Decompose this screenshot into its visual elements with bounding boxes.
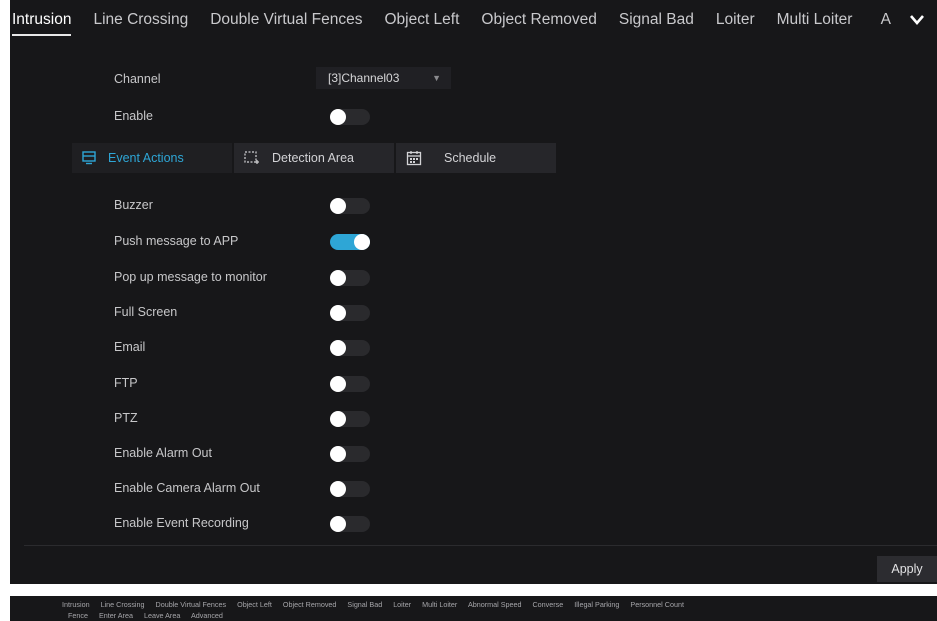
detection-area-icon: [244, 151, 259, 164]
bottom-tab[interactable]: Abnormal Speed: [468, 600, 522, 609]
bottom-tab[interactable]: Personnel Count: [630, 600, 684, 609]
bottom-tabs-row-1: Intrusion Line Crossing Double Virtual F…: [62, 600, 693, 609]
channel-label: Channel: [114, 72, 161, 86]
popup-message-toggle[interactable]: [330, 270, 370, 286]
alarm-out-toggle[interactable]: [330, 446, 370, 462]
tab-double-virtual-fences[interactable]: Double Virtual Fences: [210, 0, 362, 40]
full-screen-toggle[interactable]: [330, 305, 370, 321]
enable-label: Enable: [114, 109, 153, 123]
bottom-tab[interactable]: Double Virtual Fences: [156, 600, 227, 609]
bottom-tab[interactable]: Signal Bad: [347, 600, 382, 609]
push-message-toggle[interactable]: [330, 234, 370, 250]
bottom-tab-strip: Intrusion Line Crossing Double Virtual F…: [10, 596, 937, 621]
action-label-email: Email: [114, 340, 146, 354]
apply-button[interactable]: Apply: [877, 556, 937, 582]
bottom-tab[interactable]: Leave Area: [144, 611, 180, 620]
bottom-tab[interactable]: Object Removed: [283, 600, 337, 609]
subtab-detection-area-label: Detection Area: [272, 151, 354, 165]
action-label-full-screen: Full Screen: [114, 305, 178, 319]
settings-panel: Intrusion Line Crossing Double Virtual F…: [10, 0, 937, 584]
bottom-tab[interactable]: Line Crossing: [101, 600, 145, 609]
subtab-bar: Event Actions Detection Area Schedule: [72, 143, 558, 173]
action-label-event-recording: Enable Event Recording: [114, 516, 249, 530]
tab-loiter[interactable]: Loiter: [716, 0, 755, 40]
bottom-tab[interactable]: Multi Loiter: [422, 600, 457, 609]
chevron-down-icon[interactable]: [897, 0, 937, 40]
bottom-tab[interactable]: Illegal Parking: [574, 600, 619, 609]
enable-toggle[interactable]: [330, 109, 370, 125]
tab-line-crossing[interactable]: Line Crossing: [93, 0, 188, 40]
email-toggle[interactable]: [330, 340, 370, 356]
channel-select[interactable]: [3]Channel03 ▼: [316, 67, 451, 89]
tab-intrusion[interactable]: Intrusion: [10, 0, 72, 40]
tab-detection-area[interactable]: Detection Area: [234, 143, 394, 173]
ftp-toggle[interactable]: [330, 376, 370, 392]
bottom-tabs-row-2: Fence Enter Area Leave Area Advanced: [68, 611, 232, 620]
action-label-ftp: FTP: [114, 376, 138, 390]
tab-clipped[interactable]: A: [881, 0, 891, 40]
action-label-camera-alarm-out: Enable Camera Alarm Out: [114, 481, 260, 495]
bottom-tab[interactable]: Enter Area: [99, 611, 133, 620]
buzzer-toggle[interactable]: [330, 198, 370, 214]
tab-object-removed[interactable]: Object Removed: [481, 0, 596, 40]
tab-schedule[interactable]: Schedule: [396, 143, 556, 173]
subtab-event-actions-label: Event Actions: [108, 151, 184, 165]
tab-object-left[interactable]: Object Left: [384, 0, 459, 40]
event-type-tabbar: Intrusion Line Crossing Double Virtual F…: [10, 0, 937, 40]
camera-alarm-out-toggle[interactable]: [330, 481, 370, 497]
subtab-schedule-label: Schedule: [444, 151, 497, 165]
action-label-buzzer: Buzzer: [114, 198, 153, 212]
action-label-popup-message: Pop up message to monitor: [114, 270, 267, 284]
bottom-tab[interactable]: Converse: [532, 600, 563, 609]
action-label-alarm-out: Enable Alarm Out: [114, 446, 212, 460]
ptz-toggle[interactable]: [330, 411, 370, 427]
calendar-icon: [406, 151, 422, 166]
bottom-tab[interactable]: Intrusion: [62, 600, 90, 609]
tab-event-actions[interactable]: Event Actions: [72, 143, 232, 173]
bottom-tab[interactable]: Advanced: [191, 611, 223, 620]
caret-down-icon: ▼: [432, 73, 441, 83]
event-actions-icon: [82, 151, 96, 165]
channel-select-value: [3]Channel03: [328, 71, 400, 85]
action-label-ptz: PTZ: [114, 411, 138, 425]
divider: [24, 545, 937, 546]
bottom-tab[interactable]: Fence: [68, 611, 88, 620]
action-label-push-message: Push message to APP: [114, 234, 239, 248]
tab-multi-loiter[interactable]: Multi Loiter: [777, 0, 853, 40]
event-recording-toggle[interactable]: [330, 516, 370, 532]
bottom-tab[interactable]: Loiter: [393, 600, 411, 609]
bottom-tab[interactable]: Object Left: [237, 600, 272, 609]
tab-signal-bad[interactable]: Signal Bad: [619, 0, 694, 40]
